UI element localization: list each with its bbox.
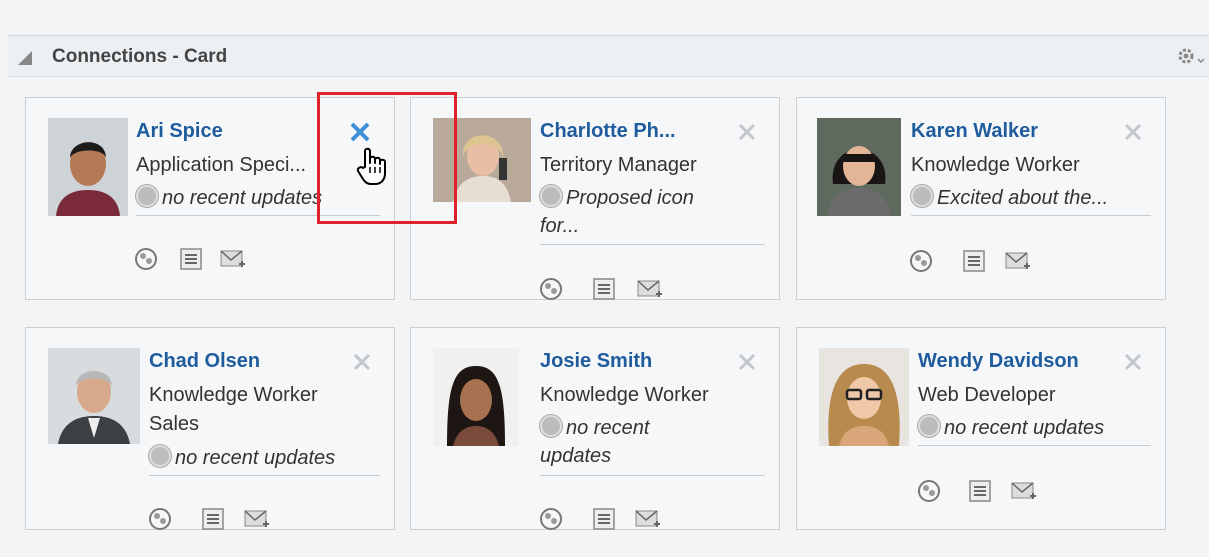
status-text: no recent updates	[162, 187, 323, 209]
status-indicator-icon	[149, 445, 171, 467]
divider	[918, 445, 1151, 446]
remove-x-icon[interactable]	[350, 350, 374, 374]
activity-list-icon[interactable]	[200, 506, 226, 530]
contact-title: Knowledge Worker	[911, 154, 1080, 176]
connections-icon[interactable]	[917, 478, 943, 504]
send-message-icon[interactable]	[637, 276, 663, 300]
connections-icon[interactable]	[134, 246, 160, 272]
card-actions	[539, 506, 679, 530]
status-text: no recent	[566, 417, 650, 439]
status-text: Excited about the...	[937, 187, 1109, 209]
contact-status: Excited about the...	[911, 184, 1161, 212]
connections-icon[interactable]	[539, 506, 565, 530]
contact-title: Knowledge Worker	[540, 384, 709, 406]
card-actions	[909, 248, 1049, 278]
activity-list-icon[interactable]	[591, 506, 617, 530]
divider	[149, 475, 380, 476]
connections-icon[interactable]	[909, 248, 935, 274]
contact-name-link[interactable]: Josie Smith	[540, 350, 720, 373]
avatar[interactable]	[433, 348, 519, 446]
collapse-triangle-icon[interactable]	[18, 51, 32, 65]
send-message-icon[interactable]	[1011, 478, 1037, 504]
status-indicator-icon	[136, 185, 158, 207]
connections-icon[interactable]	[539, 276, 565, 300]
status-text-continued: updates	[540, 445, 612, 467]
connection-card: Chad Olsen Knowledge Worker Sales no rec…	[25, 327, 395, 530]
contact-title: Knowledge Worker	[149, 384, 318, 406]
card-actions	[539, 276, 679, 300]
card-actions	[917, 478, 1057, 508]
contact-status: no recent updates	[918, 414, 1163, 442]
remove-x-icon[interactable]	[1121, 120, 1145, 144]
send-message-icon[interactable]	[635, 506, 661, 530]
avatar[interactable]	[819, 348, 909, 446]
send-message-icon[interactable]	[1005, 248, 1031, 274]
contact-title: Application Speci...	[136, 154, 307, 176]
contact-title: Territory Manager	[540, 154, 697, 176]
contact-name-link[interactable]: Chad Olsen	[149, 350, 329, 373]
status-indicator-icon	[918, 415, 940, 437]
divider	[911, 215, 1151, 216]
card-actions	[148, 506, 288, 530]
panel-title: Connections - Card	[52, 46, 228, 67]
connection-card: Karen Walker Knowledge Worker Excited ab…	[796, 97, 1166, 300]
connections-icon[interactable]	[148, 506, 174, 530]
remove-x-icon[interactable]	[735, 120, 759, 144]
status-indicator-icon	[540, 185, 562, 207]
contact-name-link[interactable]: Charlotte Ph...	[540, 120, 705, 143]
avatar[interactable]	[48, 118, 128, 216]
contact-title: Web Developer	[918, 384, 1056, 406]
gear-menu-icon[interactable]	[1177, 46, 1207, 68]
status-text: no recent updates	[944, 417, 1105, 439]
divider	[540, 244, 765, 245]
hand-cursor-icon	[355, 145, 391, 187]
contact-status: no recent updates	[540, 414, 770, 470]
avatar[interactable]	[817, 118, 901, 216]
avatar[interactable]	[48, 348, 140, 444]
connection-card: Josie Smith Knowledge Worker no recent u…	[410, 327, 780, 530]
status-text-continued: for...	[540, 215, 580, 237]
status-indicator-icon	[540, 415, 562, 437]
status-text: no recent updates	[175, 447, 336, 469]
panel-header: Connections - Card	[8, 36, 1209, 77]
remove-x-icon[interactable]	[1121, 350, 1145, 374]
status-text: Proposed icon	[566, 187, 694, 209]
contact-department: Sales	[149, 413, 200, 435]
connection-card: Charlotte Ph... Territory Manager Propos…	[410, 97, 780, 300]
send-message-icon[interactable]	[220, 246, 246, 272]
contact-name-link[interactable]: Ari Spice	[136, 120, 316, 143]
remove-x-icon[interactable]	[735, 350, 759, 374]
status-indicator-icon	[911, 185, 933, 207]
activity-list-icon[interactable]	[178, 246, 204, 272]
activity-list-icon[interactable]	[961, 248, 987, 274]
contact-status: Proposed icon for...	[540, 184, 770, 240]
activity-list-icon[interactable]	[591, 276, 617, 300]
send-message-icon[interactable]	[244, 506, 270, 530]
contact-name-link[interactable]: Karen Walker	[911, 120, 1091, 143]
contact-name-link[interactable]: Wendy Davidson	[918, 350, 1108, 373]
activity-list-icon[interactable]	[967, 478, 993, 504]
contact-status: no recent updates	[149, 444, 394, 472]
connection-card: Wendy Davidson Web Developer no recent u…	[796, 327, 1166, 530]
card-actions	[134, 246, 274, 276]
divider	[540, 475, 765, 476]
